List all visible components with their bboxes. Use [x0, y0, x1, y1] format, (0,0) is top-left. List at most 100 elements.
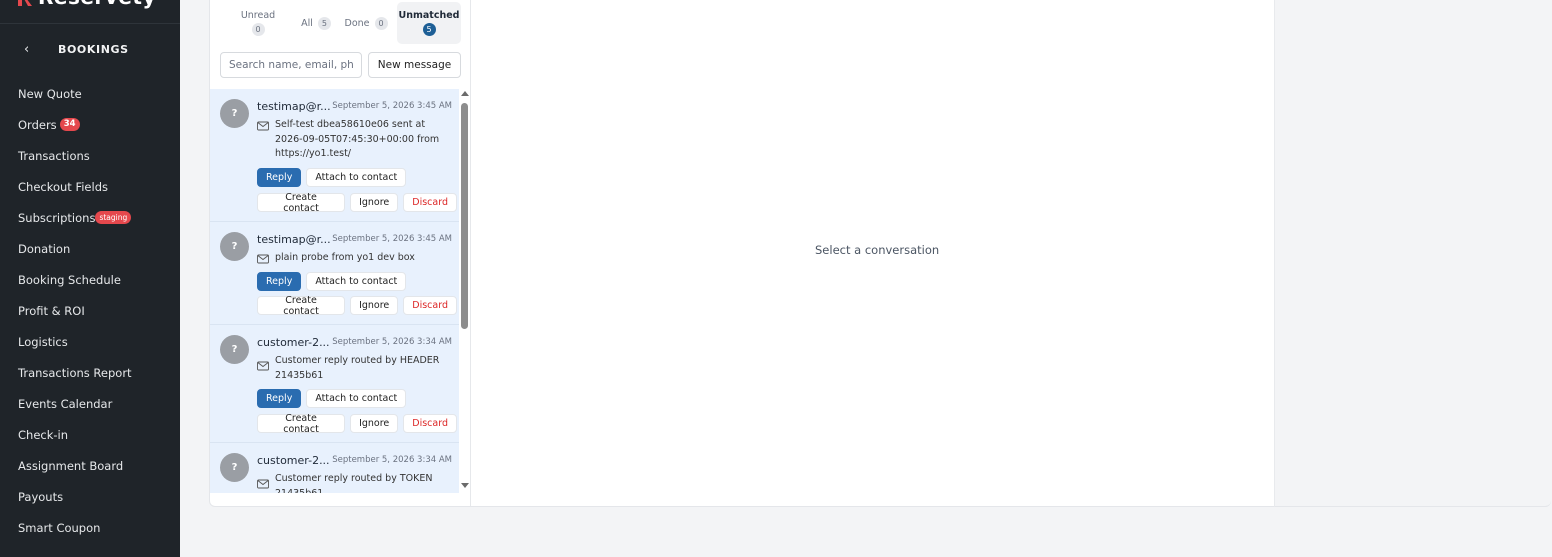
- conversation-preview-row: Customer reply routed by HEADER 21435b61: [257, 354, 452, 383]
- mail-icon: [257, 121, 269, 131]
- ignore-button[interactable]: Ignore: [350, 193, 399, 212]
- brand-mark-icon: [16, 0, 32, 6]
- reply-button[interactable]: Reply: [257, 389, 302, 408]
- conversation-actions: Create contact Ignore Discard: [257, 413, 457, 435]
- create-contact-button[interactable]: Create contact: [257, 192, 346, 214]
- conversation-preview-row: plain probe from yo1 dev box: [257, 251, 452, 266]
- attach-to-contact-button[interactable]: Attach to contact: [306, 168, 407, 187]
- tab-label: All: [301, 17, 313, 29]
- sidebar-item-events-calendar[interactable]: Events Calendar: [0, 388, 180, 419]
- tab-count: 0: [374, 16, 388, 30]
- list-scrollbar[interactable]: [460, 89, 470, 493]
- conversation-preview: plain probe from yo1 dev box: [275, 252, 415, 263]
- sidebar-item-checkout-fields[interactable]: Checkout Fields: [0, 171, 180, 202]
- avatar: ?: [220, 453, 249, 482]
- sidebar-item-label: Orders: [18, 117, 57, 132]
- scroll-down-arrow-icon[interactable]: [461, 483, 469, 488]
- conversation-preview-row: Self-test dbea58610e06 sent at 2026-09-0…: [257, 118, 452, 162]
- sidebar-item-label: New Quote: [18, 86, 82, 101]
- new-message-button[interactable]: New message: [368, 52, 461, 78]
- chevron-left-icon[interactable]: ‹: [24, 42, 36, 58]
- scroll-up-arrow-icon[interactable]: [461, 91, 469, 96]
- sidebar-item-assignment-board[interactable]: Assignment Board: [0, 450, 180, 481]
- sidebar-section-header[interactable]: ‹ BOOKINGS: [0, 40, 180, 60]
- sidebar-divider: [0, 23, 180, 24]
- conversation-list-panel: Unread 0 All 5 Done 0 Unmatched 5 New me…: [209, 0, 471, 506]
- conversation-list: ? testimap@r... September 5, 2026 3:45 A…: [210, 89, 459, 493]
- sidebar-item-label: Profit & ROI: [18, 303, 85, 318]
- attach-to-contact-button[interactable]: Attach to contact: [306, 389, 407, 408]
- sidebar-item-label: Checkout Fields: [18, 179, 108, 194]
- conversation-item[interactable]: ? testimap@r... September 5, 2026 3:45 A…: [210, 89, 459, 222]
- sidebar-item-payouts[interactable]: Payouts: [0, 481, 180, 512]
- conversation-time: September 5, 2026 3:34 AM: [332, 455, 452, 465]
- sidebar-item-label: Assignment Board: [18, 458, 124, 473]
- tab-all[interactable]: All 5: [297, 2, 335, 44]
- sidebar-item-smart-coupon[interactable]: Smart Coupon: [0, 512, 180, 543]
- inbox-tabs: Unread 0 All 5 Done 0 Unmatched 5: [219, 2, 461, 44]
- reply-button[interactable]: Reply: [257, 168, 302, 187]
- sidebar-item-subscriptions[interactable]: Subscriptions staging: [0, 202, 180, 233]
- conversation-actions: Create contact Ignore Discard: [257, 192, 457, 214]
- tab-count: 0: [251, 23, 265, 36]
- sidebar-item-label: Check-in: [18, 427, 69, 442]
- discard-button[interactable]: Discard: [403, 296, 457, 315]
- scrollbar-thumb[interactable]: [461, 103, 468, 329]
- ignore-button[interactable]: Ignore: [350, 296, 399, 315]
- sidebar-item-label: Events Calendar: [18, 396, 113, 411]
- conversation-actions: Create contact Ignore Discard: [257, 295, 457, 317]
- conversation-header: customer-2... September 5, 2026 3:34 AM: [257, 453, 452, 467]
- sidebar-item-check-in[interactable]: Check-in: [0, 419, 180, 450]
- discard-button[interactable]: Discard: [403, 193, 457, 212]
- sidebar-item-label: Payouts: [18, 489, 64, 504]
- sidebar-item-label: Donation: [18, 241, 71, 256]
- conversation-list-scroll[interactable]: ? testimap@r... September 5, 2026 3:45 A…: [210, 89, 470, 493]
- tab-count: 5: [317, 16, 331, 30]
- sidebar-item-orders[interactable]: Orders 34: [0, 109, 180, 140]
- sidebar-item-donation[interactable]: Donation: [0, 233, 180, 264]
- sidebar-section-title: BOOKINGS: [58, 43, 129, 56]
- sidebar-item-label: Subscriptions: [18, 210, 96, 225]
- ignore-button[interactable]: Ignore: [350, 414, 399, 433]
- create-contact-button[interactable]: Create contact: [257, 413, 346, 435]
- conversation-actions: Reply Attach to contact: [257, 168, 457, 187]
- attach-to-contact-button[interactable]: Attach to contact: [306, 272, 407, 291]
- staging-badge: staging: [95, 211, 132, 224]
- avatar: ?: [220, 232, 249, 261]
- reply-button[interactable]: Reply: [257, 272, 302, 291]
- conversation-item[interactable]: ? customer-2... September 5, 2026 3:34 A…: [210, 325, 459, 443]
- details-panel: [1274, 0, 1551, 507]
- search-input[interactable]: [220, 52, 362, 78]
- search-row: New message: [220, 52, 461, 78]
- conversation-sender: testimap@r...: [257, 99, 331, 113]
- conversation-sender: customer-2...: [257, 335, 330, 349]
- sidebar-item-logistics[interactable]: Logistics: [0, 326, 180, 357]
- empty-state-message: Select a conversation: [815, 243, 940, 257]
- sidebar-item-profit-roi[interactable]: Profit & ROI: [0, 295, 180, 326]
- sidebar-item-label: Smart Coupon: [18, 520, 101, 535]
- tab-unread[interactable]: Unread 0: [219, 2, 297, 44]
- tab-done[interactable]: Done 0: [335, 2, 397, 44]
- brand-logo[interactable]: Reservety: [16, 0, 156, 9]
- conversation-actions: Reply Attach to contact: [257, 272, 457, 291]
- sidebar-item-transactions[interactable]: Transactions: [0, 140, 180, 171]
- discard-button[interactable]: Discard: [403, 414, 457, 433]
- tab-label: Unmatched: [398, 10, 460, 21]
- conversation-actions: Reply Attach to contact: [257, 389, 457, 408]
- conversation-item[interactable]: ? customer-2... September 5, 2026 3:34 A…: [210, 443, 459, 493]
- mail-icon: [257, 361, 269, 371]
- tab-unmatched[interactable]: Unmatched 5: [397, 2, 461, 44]
- sidebar-item-new-quote[interactable]: New Quote: [0, 78, 180, 109]
- sidebar-item-transactions-report[interactable]: Transactions Report: [0, 357, 180, 388]
- sidebar-item-label: Transactions: [18, 148, 90, 163]
- conversation-item[interactable]: ? testimap@r... September 5, 2026 3:45 A…: [210, 222, 459, 325]
- conversation-sender: testimap@r...: [257, 232, 331, 246]
- sidebar-item-booking-schedule[interactable]: Booking Schedule: [0, 264, 180, 295]
- sidebar-nav: New Quote Orders 34 Transactions Checkout…: [0, 78, 180, 543]
- mail-icon: [257, 479, 269, 489]
- conversation-header: customer-2... September 5, 2026 3:34 AM: [257, 335, 452, 349]
- conversation-sender: customer-2...: [257, 453, 330, 467]
- conversation-preview: Customer reply routed by HEADER 21435b61: [275, 355, 440, 381]
- conversation-time: September 5, 2026 3:45 AM: [332, 101, 452, 111]
- create-contact-button[interactable]: Create contact: [257, 295, 346, 317]
